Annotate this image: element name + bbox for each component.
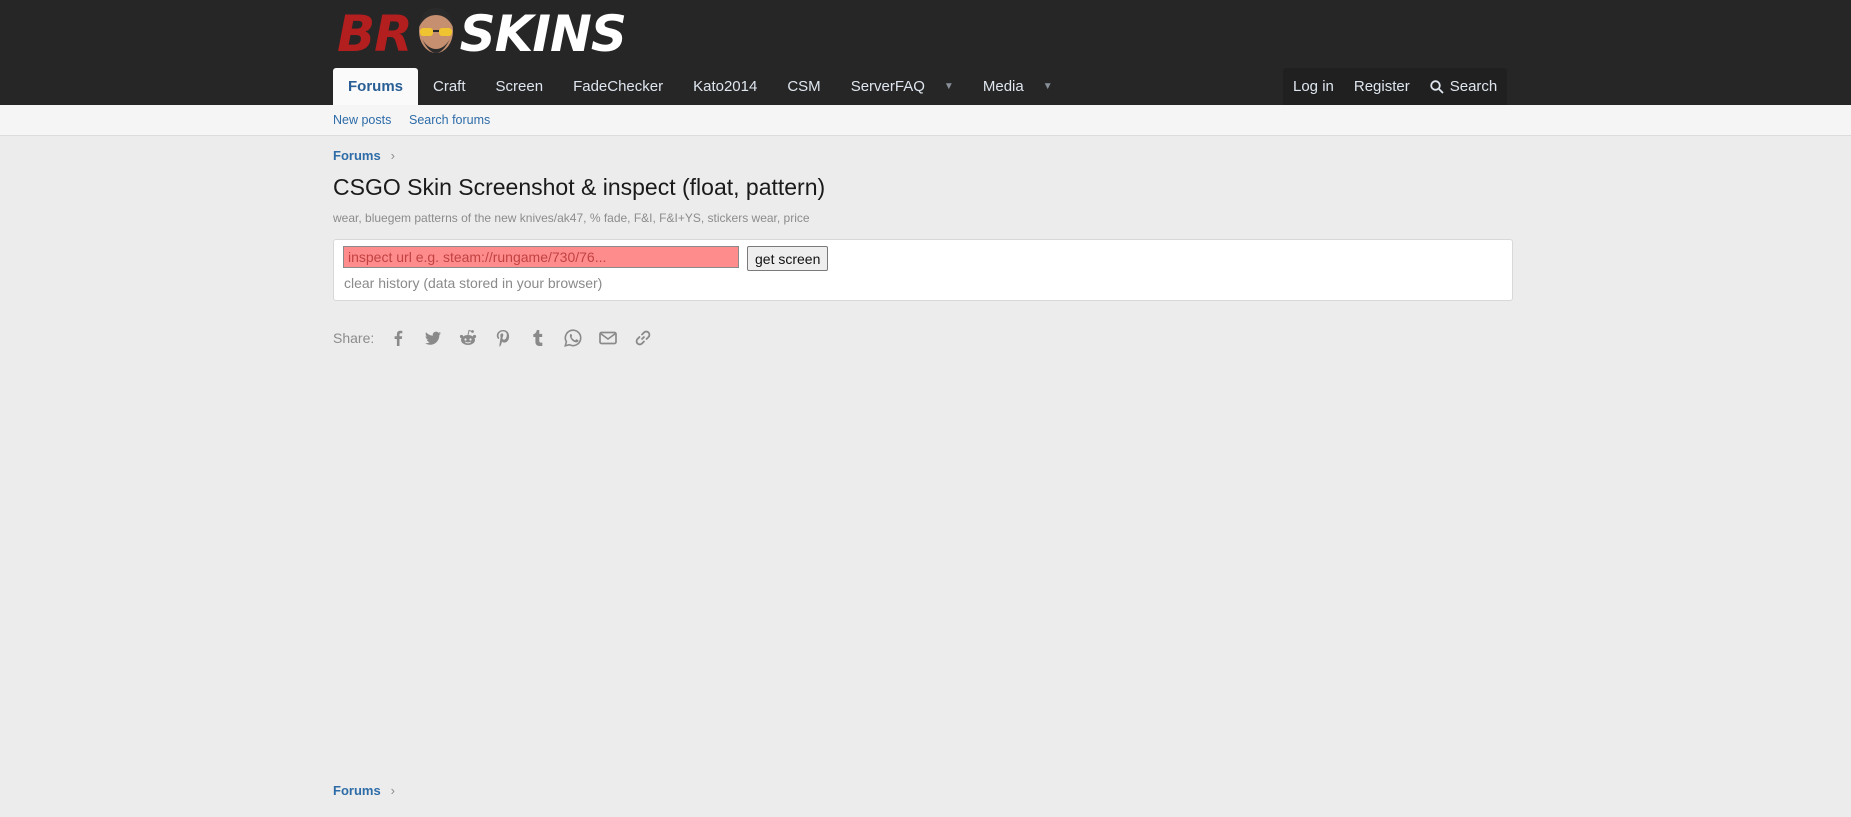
footer-breadcrumb-forums-link[interactable]: Forums: [333, 783, 381, 798]
reddit-icon[interactable]: [450, 327, 485, 349]
logo-text-br: BR: [337, 5, 413, 63]
get-screen-button[interactable]: get screen: [747, 246, 829, 271]
search-icon: [1430, 79, 1444, 94]
breadcrumb-chevron-icon: ›: [390, 148, 396, 163]
tab-screen[interactable]: Screen: [481, 68, 559, 105]
search-forums-link[interactable]: Search forums: [409, 113, 490, 127]
register-link[interactable]: Register: [1344, 68, 1420, 105]
tumblr-icon[interactable]: [520, 327, 555, 349]
login-link[interactable]: Log in: [1283, 68, 1344, 105]
tab-forums[interactable]: Forums: [333, 68, 419, 105]
tab-media[interactable]: Media: [968, 68, 1039, 105]
pinterest-icon[interactable]: [485, 327, 520, 349]
facebook-icon[interactable]: [380, 327, 415, 349]
media-dropdown-caret-icon[interactable]: ▼: [1039, 68, 1057, 105]
tab-fadechecker[interactable]: FadeChecker: [558, 68, 678, 105]
breadcrumb: Forums ›: [333, 148, 395, 163]
search-button[interactable]: Search: [1420, 68, 1508, 105]
search-label: Search: [1449, 78, 1498, 95]
share-label: Share:: [333, 330, 375, 346]
share-bar: Share:: [333, 327, 660, 349]
sub-nav: New posts Search forums: [0, 105, 1851, 136]
tab-serverfaq[interactable]: ServerFAQ: [836, 68, 940, 105]
email-icon[interactable]: [590, 327, 625, 349]
footer-breadcrumb: Forums ›: [333, 783, 395, 798]
serverfaq-dropdown-caret-icon[interactable]: ▼: [940, 68, 958, 105]
link-icon[interactable]: [625, 327, 660, 349]
main-nav: Forums Craft Screen FadeChecker Kato2014…: [333, 68, 1057, 105]
inspect-url-input[interactable]: [343, 246, 739, 268]
tab-csm[interactable]: CSM: [772, 68, 835, 105]
logo-face-icon: [418, 7, 453, 53]
clear-history-link[interactable]: clear history (data stored in your brows…: [344, 275, 602, 291]
logo-text-skins: SKINS: [459, 5, 627, 63]
tab-craft[interactable]: Craft: [418, 68, 481, 105]
new-posts-link[interactable]: New posts: [333, 113, 391, 127]
twitter-icon[interactable]: [415, 327, 450, 349]
footer-breadcrumb-chevron-icon: ›: [390, 783, 396, 798]
account-nav: Log in Register Search: [1283, 68, 1508, 105]
breadcrumb-forums-link[interactable]: Forums: [333, 148, 381, 163]
whatsapp-icon[interactable]: [555, 327, 590, 349]
inspect-panel: get screen clear history (data stored in…: [333, 239, 1513, 301]
site-header: BR SKINS Forums Craft Screen FadeChecker…: [0, 0, 1851, 105]
site-logo[interactable]: BR SKINS: [337, 4, 627, 64]
page-description: wear, bluegem patterns of the new knives…: [333, 211, 810, 225]
tab-kato2014[interactable]: Kato2014: [678, 68, 772, 105]
page-title: CSGO Skin Screenshot & inspect (float, p…: [333, 174, 826, 200]
